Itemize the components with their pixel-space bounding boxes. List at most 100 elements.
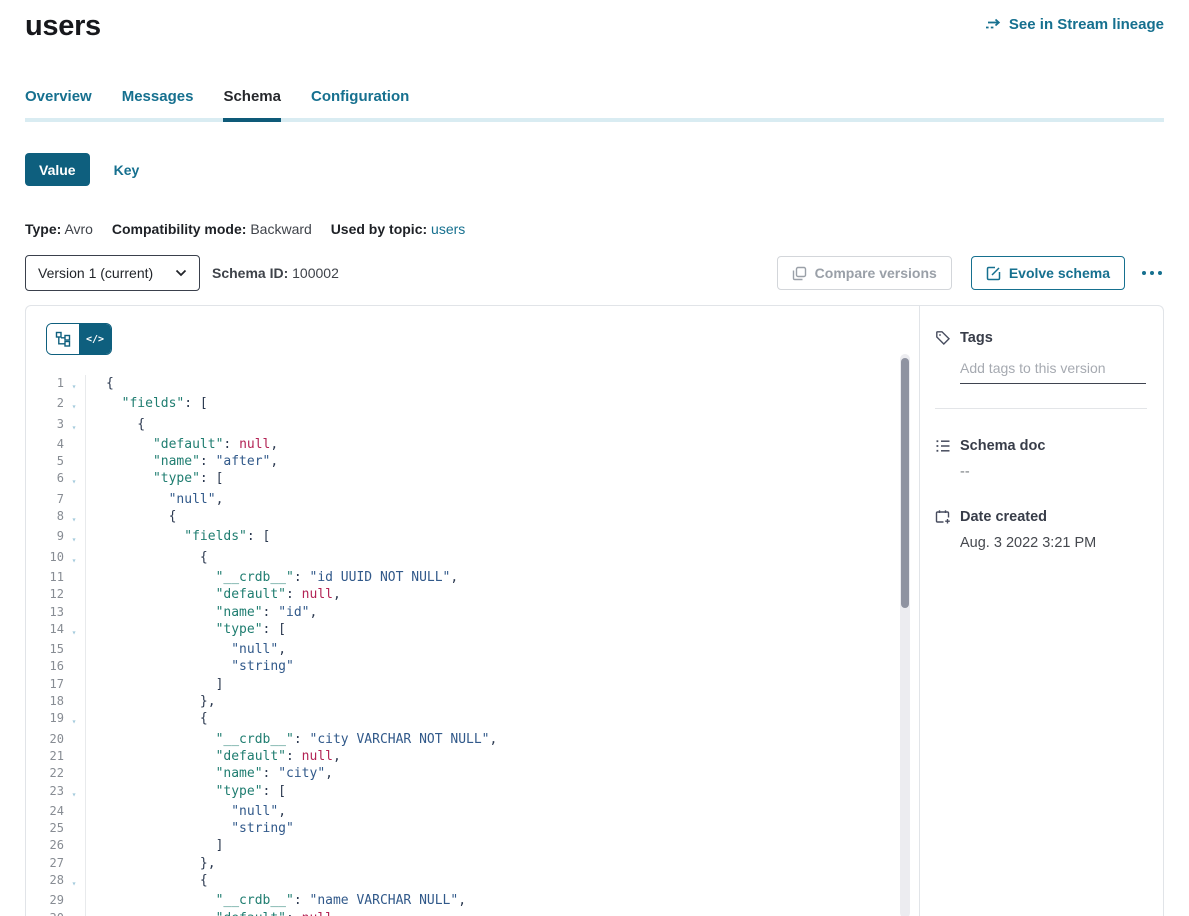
fold-toggle-icon[interactable]: ▾ (64, 395, 84, 415)
line-gutter: 19▾ (26, 710, 86, 730)
stream-lineage-icon (985, 18, 1002, 32)
line-gutter: 24 (26, 803, 86, 820)
tag-icon (935, 330, 951, 346)
code-line: 1▾{ (26, 375, 919, 395)
line-gutter: 17 (26, 676, 86, 693)
stream-lineage-link[interactable]: See in Stream lineage (985, 16, 1164, 33)
line-number: 6 (26, 470, 64, 490)
fold-toggle-icon[interactable]: ▾ (64, 872, 84, 892)
line-number: 14 (26, 621, 64, 641)
line-number: 1 (26, 375, 64, 395)
fold-toggle-icon[interactable]: ▾ (64, 508, 84, 528)
topic-link[interactable]: users (431, 221, 465, 237)
schema-doc-heading-label: Schema doc (960, 438, 1045, 454)
code-line: 17] (26, 676, 919, 693)
compare-versions-button[interactable]: Compare versions (777, 256, 952, 290)
line-number: 7 (26, 491, 64, 508)
tab-messages[interactable]: Messages (122, 88, 194, 118)
fold-toggle-icon[interactable]: ▾ (64, 621, 84, 641)
fold-spacer (64, 910, 84, 916)
fold-spacer (64, 837, 84, 854)
tags-input[interactable] (960, 360, 1146, 384)
line-gutter: 5 (26, 453, 86, 470)
code-text: ] (86, 676, 223, 693)
line-number: 18 (26, 693, 64, 710)
fold-spacer (64, 748, 84, 765)
fold-toggle-icon[interactable]: ▾ (64, 470, 84, 490)
line-gutter: 8▾ (26, 508, 86, 528)
fold-toggle-icon[interactable]: ▾ (64, 375, 84, 395)
calendar-plus-icon (935, 509, 951, 525)
line-gutter: 15 (26, 641, 86, 658)
fold-spacer (64, 569, 84, 586)
schema-doc-heading: Schema doc (935, 438, 1147, 454)
evolve-schema-button[interactable]: Evolve schema (971, 256, 1125, 290)
code-editor: 1▾{2▾"fields": [3▾{4"default": null,5"na… (26, 375, 919, 916)
version-select[interactable]: Version 1 (current) (25, 255, 200, 291)
tab-configuration[interactable]: Configuration (311, 88, 409, 118)
compare-versions-icon (792, 266, 807, 281)
page-title: users (25, 10, 101, 43)
line-gutter: 25 (26, 820, 86, 837)
code-line: 14▾"type": [ (26, 621, 919, 641)
code-text: }, (86, 855, 216, 872)
fold-spacer (64, 731, 84, 748)
version-select-value: Version 1 (current) (38, 265, 153, 281)
code-text: "type": [ (86, 470, 223, 490)
code-view-button[interactable]: </> (79, 324, 111, 354)
fold-spacer (64, 676, 84, 693)
code-text: "name": "city", (86, 765, 333, 782)
value-toggle-button[interactable]: Value (25, 153, 90, 186)
line-gutter: 29 (26, 892, 86, 909)
key-toggle-button[interactable]: Key (114, 162, 140, 178)
code-text: "string" (86, 658, 294, 675)
code-line: 26] (26, 837, 919, 854)
line-number: 19 (26, 710, 64, 730)
value-key-toggle: Value Key (25, 153, 1164, 186)
fold-toggle-icon[interactable]: ▾ (64, 710, 84, 730)
fold-spacer (64, 586, 84, 603)
line-gutter: 12 (26, 586, 86, 603)
tags-heading: Tags (935, 330, 1147, 346)
editor-scrollbar[interactable] (900, 354, 910, 916)
schema-panel: </> 1▾{2▾"fields": [3▾{4"default": null,… (25, 305, 1164, 916)
chevron-down-icon (175, 269, 187, 277)
code-line: 29"__crdb__": "name VARCHAR NULL", (26, 892, 919, 909)
line-gutter: 2▾ (26, 395, 86, 415)
line-number: 24 (26, 803, 64, 820)
type-meta: Type: Avro (25, 221, 93, 237)
stream-lineage-label: See in Stream lineage (1009, 16, 1164, 33)
topic-meta: Used by topic: users (331, 221, 466, 237)
code-line: 7"null", (26, 491, 919, 508)
tab-overview[interactable]: Overview (25, 88, 92, 118)
tab-schema[interactable]: Schema (223, 88, 281, 118)
code-line: 16"string" (26, 658, 919, 675)
tab-bar: Overview Messages Schema Configuration (25, 88, 1164, 122)
line-gutter: 26 (26, 837, 86, 854)
evolve-schema-label: Evolve schema (1009, 265, 1110, 281)
code-text: "default": null, (86, 586, 341, 603)
fold-toggle-icon[interactable]: ▾ (64, 549, 84, 569)
overflow-menu-button[interactable] (1140, 267, 1164, 279)
line-number: 15 (26, 641, 64, 658)
line-number: 17 (26, 676, 64, 693)
overflow-dot-icon (1158, 271, 1162, 275)
line-number: 26 (26, 837, 64, 854)
code-line: 9▾"fields": [ (26, 528, 919, 548)
editor-scrollbar-thumb[interactable] (901, 358, 909, 608)
date-created-heading-label: Date created (960, 509, 1047, 525)
fold-spacer (64, 604, 84, 621)
fold-toggle-icon[interactable]: ▾ (64, 528, 84, 548)
line-gutter: 3▾ (26, 416, 86, 436)
fold-spacer (64, 892, 84, 909)
tree-view-icon (55, 331, 71, 347)
fold-toggle-icon[interactable]: ▾ (64, 783, 84, 803)
code-line: 6▾"type": [ (26, 470, 919, 490)
code-text: { (86, 710, 208, 730)
tree-view-button[interactable] (47, 324, 79, 354)
code-line: 22"name": "city", (26, 765, 919, 782)
date-created-value: Aug. 3 2022 3:21 PM (960, 535, 1147, 551)
code-text: "fields": [ (86, 528, 270, 548)
fold-toggle-icon[interactable]: ▾ (64, 416, 84, 436)
code-line: 12"default": null, (26, 586, 919, 603)
